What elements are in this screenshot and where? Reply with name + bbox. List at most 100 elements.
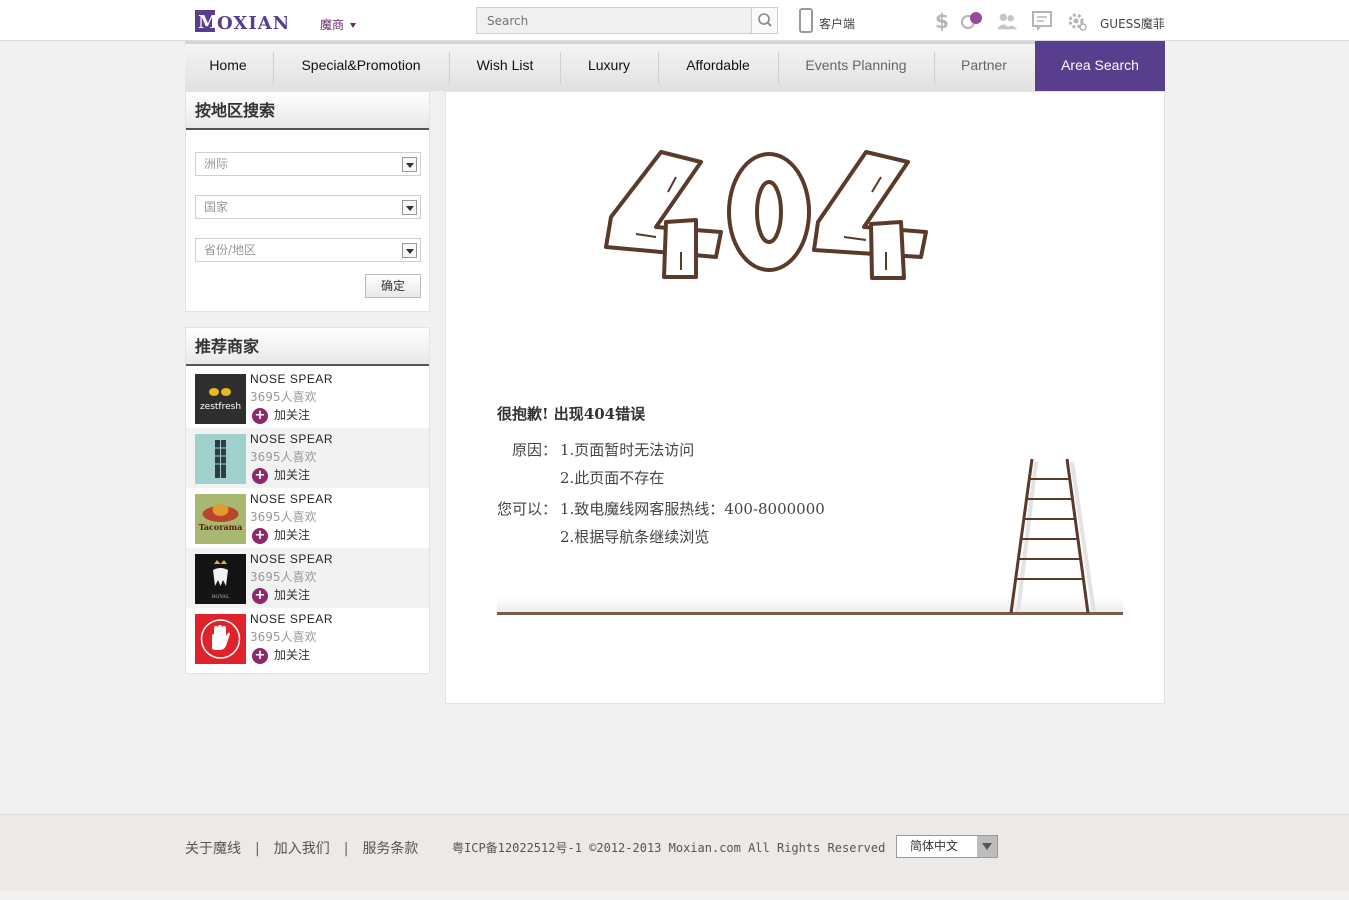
- merchant-name[interactable]: NOSE SPEAR: [250, 492, 333, 506]
- nav-divider: [273, 52, 274, 84]
- footer: 关于魔线 | 加入我们 | 服务条款 粤ICP备12022512号-1 ©2012-20…: [0, 814, 1349, 890]
- plus-icon: +: [252, 647, 268, 664]
- merchant-logo[interactable]: ROYAL: [195, 554, 246, 604]
- svg-text:$: $: [935, 10, 949, 32]
- merchant-item[interactable]: Tacorama NOSE SPEAR 3695人喜欢 + 加关注: [186, 488, 429, 548]
- follow-label: 加关注: [274, 588, 311, 602]
- dollar-icon[interactable]: $: [930, 10, 952, 32]
- svg-text:Tacorama: Tacorama: [199, 522, 243, 532]
- friends-icon[interactable]: [996, 10, 1018, 32]
- follow-button[interactable]: + 加关注: [252, 466, 310, 484]
- chevron-down-icon: [350, 23, 357, 28]
- footer-link-terms[interactable]: 服务条款: [362, 841, 418, 857]
- province-select[interactable]: 省份/地区: [195, 238, 421, 262]
- merchant-likes: 3695人喜欢: [250, 630, 317, 644]
- country-select[interactable]: 国家: [195, 195, 421, 219]
- nav-item-area-search[interactable]: Area Search: [1035, 41, 1165, 91]
- mobile-phone-icon: [799, 8, 813, 33]
- merchant-likes: 3695人喜欢: [250, 450, 317, 464]
- main-nav: Home Special&Promotion Wish List Luxury …: [185, 41, 1165, 91]
- svg-text:OXIAN: OXIAN: [217, 13, 287, 34]
- error-title: 很抱歉! 出现404错误: [497, 405, 646, 423]
- footer-divider: |: [343, 841, 349, 857]
- chevron-down-icon: [977, 836, 997, 857]
- merchant-item[interactable]: ROYAL NOSE SPEAR 3695人喜欢 + 加关注: [186, 548, 429, 608]
- footer-link-about[interactable]: 关于魔线: [185, 841, 241, 857]
- merchant-item[interactable]: zestfresh NOSE SPEAR 3695人喜欢 + 加关注: [186, 368, 429, 428]
- follow-label: 加关注: [274, 408, 311, 422]
- nav-divider: [449, 52, 450, 84]
- recommended-merchants-panel: 推荐商家 zestfresh NOSE SPEAR 3695人喜欢 + 加关注 N…: [185, 327, 430, 674]
- language-select[interactable]: 简体中文: [896, 835, 998, 858]
- moxian-logo[interactable]: M OXIAN: [195, 8, 287, 34]
- svg-text:M: M: [198, 12, 218, 33]
- follow-button[interactable]: + 加关注: [252, 586, 310, 604]
- merchant-logo[interactable]: [195, 614, 246, 664]
- footer-link-join[interactable]: 加入我们: [274, 841, 330, 857]
- search-icon: [758, 13, 772, 27]
- search-input[interactable]: [477, 8, 751, 33]
- nav-item-luxury[interactable]: Luxury: [561, 44, 657, 91]
- nav-item-home[interactable]: Home: [185, 44, 271, 91]
- chevron-down-icon: [402, 200, 417, 215]
- country-placeholder: 国家: [204, 200, 229, 214]
- action-item: 2.根据导航条继续浏览: [560, 528, 710, 546]
- merchant-item[interactable]: NOSE SPEAR 3695人喜欢 + 加关注: [186, 608, 429, 668]
- ladder-illustration: [1009, 458, 1096, 614]
- role-label: 魔商: [320, 18, 345, 32]
- confirm-button[interactable]: 确定: [365, 274, 421, 298]
- nav-item-partner[interactable]: Partner: [935, 44, 1033, 91]
- reason-item: 1.页面暂时无法访问: [560, 441, 695, 459]
- svg-text:ROYAL: ROYAL: [212, 594, 230, 600]
- area-search-title: 按地区搜索: [186, 92, 429, 130]
- nav-item-special-promotion[interactable]: Special&Promotion: [275, 44, 447, 91]
- merchant-name[interactable]: NOSE SPEAR: [250, 372, 333, 386]
- follow-button[interactable]: + 加关注: [252, 526, 310, 544]
- footer-divider: |: [255, 841, 260, 857]
- reason-item: 2.此页面不存在: [560, 469, 665, 487]
- continent-select[interactable]: 洲际: [195, 152, 421, 176]
- chevron-down-icon: [402, 243, 417, 258]
- merchant-likes: 3695人喜欢: [250, 390, 317, 404]
- recommended-title: 推荐商家: [186, 328, 429, 366]
- merchant-name[interactable]: NOSE SPEAR: [250, 552, 333, 566]
- merchant-logo[interactable]: Tacorama: [195, 494, 246, 544]
- plus-icon: +: [252, 587, 268, 604]
- nav-item-wish-list[interactable]: Wish List: [451, 44, 559, 91]
- action-item: 1.致电魔线网客服热线：400-8000000: [560, 500, 825, 518]
- language-label: 简体中文: [910, 839, 959, 853]
- follow-label: 加关注: [274, 528, 311, 542]
- search-box: [476, 7, 778, 34]
- svg-text:zestfresh: zestfresh: [200, 402, 241, 412]
- role-dropdown[interactable]: 魔商: [320, 16, 357, 33]
- footer-links: 关于魔线 | 加入我们 | 服务条款: [185, 838, 418, 858]
- province-placeholder: 省份/地区: [204, 243, 257, 257]
- error-content: 很抱歉! 出现404错误 原因： 1.页面暂时无法访问 2.此页面不存在 您可以…: [445, 91, 1165, 704]
- top-bar: M OXIAN 魔商 客户端 $: [0, 0, 1349, 41]
- area-search-panel: 按地区搜索 洲际 国家 省份/地区 确定: [185, 91, 430, 312]
- follow-button[interactable]: + 加关注: [252, 646, 310, 664]
- chat-bubbles-icon[interactable]: [960, 10, 982, 32]
- user-name[interactable]: GUESS魔菲: [1100, 15, 1165, 32]
- copyright-text: 粤ICP备12022512号-1 ©2012-2013 Moxian.com A…: [452, 841, 886, 855]
- search-button[interactable]: [751, 8, 777, 33]
- merchant-name[interactable]: NOSE SPEAR: [250, 432, 333, 446]
- client-label: 客户端: [819, 17, 856, 31]
- follow-label: 加关注: [274, 468, 311, 482]
- nav-item-affordable[interactable]: Affordable: [659, 44, 777, 91]
- action-label: 您可以：: [497, 500, 558, 518]
- message-icon[interactable]: [1031, 10, 1053, 32]
- merchant-likes: 3695人喜欢: [250, 510, 317, 524]
- follow-label: 加关注: [274, 648, 311, 662]
- settings-gear-icon[interactable]: [1066, 10, 1088, 32]
- merchant-logo[interactable]: zestfresh: [195, 374, 246, 424]
- reason-label: 原因：: [512, 441, 558, 459]
- plus-icon: +: [252, 467, 268, 484]
- plus-icon: +: [252, 527, 268, 544]
- merchant-item[interactable]: NOSE SPEAR 3695人喜欢 + 加关注: [186, 428, 429, 488]
- merchant-likes: 3695人喜欢: [250, 570, 317, 584]
- merchant-logo[interactable]: [195, 434, 246, 484]
- merchant-name[interactable]: NOSE SPEAR: [250, 612, 333, 626]
- nav-item-events-planning[interactable]: Events Planning: [779, 44, 933, 91]
- follow-button[interactable]: + 加关注: [252, 406, 310, 424]
